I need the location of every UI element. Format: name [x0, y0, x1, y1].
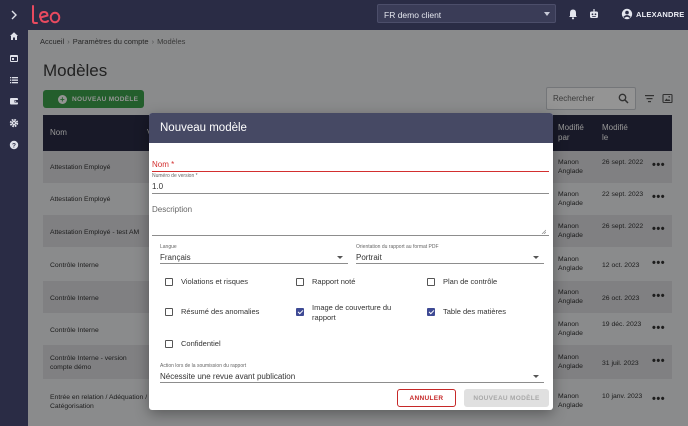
- user-name[interactable]: ALEXANDRE: [636, 10, 684, 19]
- orientation-select-underline: [356, 263, 544, 264]
- checkbox-cover-image[interactable]: Image de couverture du rapport: [296, 303, 414, 323]
- cancel-button[interactable]: ANNULER: [397, 389, 456, 407]
- name-field-underline: [152, 171, 549, 172]
- client-select-value: FR demo client: [384, 10, 442, 20]
- checkbox-violations-risks[interactable]: Violations et risques: [165, 277, 248, 287]
- svg-text:?: ?: [12, 142, 16, 149]
- version-field-value[interactable]: 1.0: [152, 182, 163, 191]
- wallet-icon[interactable]: [6, 93, 22, 109]
- checkbox-anomaly-summary-label: Résumé des anomalies: [181, 307, 260, 316]
- name-field[interactable]: Nom *: [152, 158, 549, 172]
- checkbox-rated-report-label: Rapport noté: [312, 277, 356, 286]
- chevron-down-icon: [533, 375, 539, 378]
- chevron-down-icon: [533, 256, 539, 259]
- checkbox-confidential-box[interactable]: [165, 340, 173, 348]
- checkbox-rated-report-box[interactable]: [296, 278, 304, 286]
- checkbox-confidential[interactable]: Confidentiel: [165, 339, 221, 349]
- checkbox-control-plan-label: Plan de contrôle: [443, 277, 498, 286]
- calendar-icon[interactable]: [6, 50, 22, 66]
- name-field-label: Nom *: [152, 160, 175, 169]
- language-select-value: Français: [160, 253, 191, 262]
- checkbox-anomaly-summary-box[interactable]: [165, 308, 173, 316]
- submission-action-select-underline: [160, 382, 544, 383]
- checkbox-table-of-contents[interactable]: Table des matières: [427, 307, 506, 317]
- checkbox-cover-image-box[interactable]: [296, 308, 304, 316]
- checkbox-table-of-contents-box[interactable]: [427, 308, 435, 316]
- checkbox-rated-report[interactable]: Rapport noté: [296, 277, 355, 287]
- checkbox-table-of-contents-label: Table des matières: [443, 307, 506, 316]
- leo-logo[interactable]: [30, 3, 64, 27]
- submission-action-select-value: Nécessite une revue avant publication: [160, 372, 296, 381]
- chevron-down-icon: [544, 12, 550, 16]
- orientation-select-label: Orientation du rapport au format PDF: [356, 244, 439, 250]
- robot-icon[interactable]: [588, 8, 600, 20]
- client-select[interactable]: FR demo client: [377, 4, 556, 23]
- home-icon[interactable]: [6, 28, 22, 44]
- version-field[interactable]: Numéro de version * 1.0: [152, 173, 549, 194]
- version-field-label: Numéro de version *: [152, 173, 198, 179]
- submission-action-select-label: Action lors de la soumission du rapport: [160, 363, 247, 369]
- orientation-select-value: Portrait: [356, 253, 382, 262]
- new-template-dialog: Nouveau modèle Nom * Numéro de version *…: [149, 113, 553, 410]
- account-icon[interactable]: [621, 8, 633, 20]
- dialog-title: Nouveau modèle: [149, 113, 553, 143]
- checkbox-control-plan[interactable]: Plan de contrôle: [427, 277, 497, 287]
- checkbox-confidential-label: Confidentiel: [181, 339, 221, 348]
- chevron-right-icon[interactable]: [6, 7, 22, 23]
- description-field-label: Description: [152, 205, 193, 214]
- orientation-select[interactable]: Orientation du rapport au format PDF Por…: [356, 244, 544, 264]
- checkbox-cover-image-label: Image de couverture du rapport: [312, 303, 392, 322]
- language-select-label: Langue: [160, 244, 177, 250]
- language-select-underline: [160, 263, 348, 264]
- checkbox-violations-risks-label: Violations et risques: [181, 277, 248, 286]
- list-icon[interactable]: [6, 72, 22, 88]
- checkbox-anomaly-summary[interactable]: Résumé des anomalies: [165, 307, 259, 317]
- version-field-underline: [152, 193, 549, 194]
- gear-icon[interactable]: [6, 115, 22, 131]
- language-select[interactable]: Langue Français: [160, 244, 348, 264]
- create-template-button[interactable]: NOUVEAU MODÈLE: [464, 389, 549, 407]
- resize-handle-icon[interactable]: [541, 229, 546, 234]
- submission-action-select[interactable]: Action lors de la soumission du rapport …: [160, 363, 544, 383]
- checkbox-violations-risks-box[interactable]: [165, 278, 173, 286]
- top-bar: FR demo client: [28, 0, 688, 30]
- sidebar: ?: [0, 0, 28, 426]
- checkbox-control-plan-box[interactable]: [427, 278, 435, 286]
- description-field[interactable]: Description: [152, 203, 549, 236]
- help-icon[interactable]: ?: [6, 137, 22, 153]
- chevron-down-icon: [337, 256, 343, 259]
- description-field-underline: [152, 235, 549, 236]
- bell-icon[interactable]: [567, 8, 579, 20]
